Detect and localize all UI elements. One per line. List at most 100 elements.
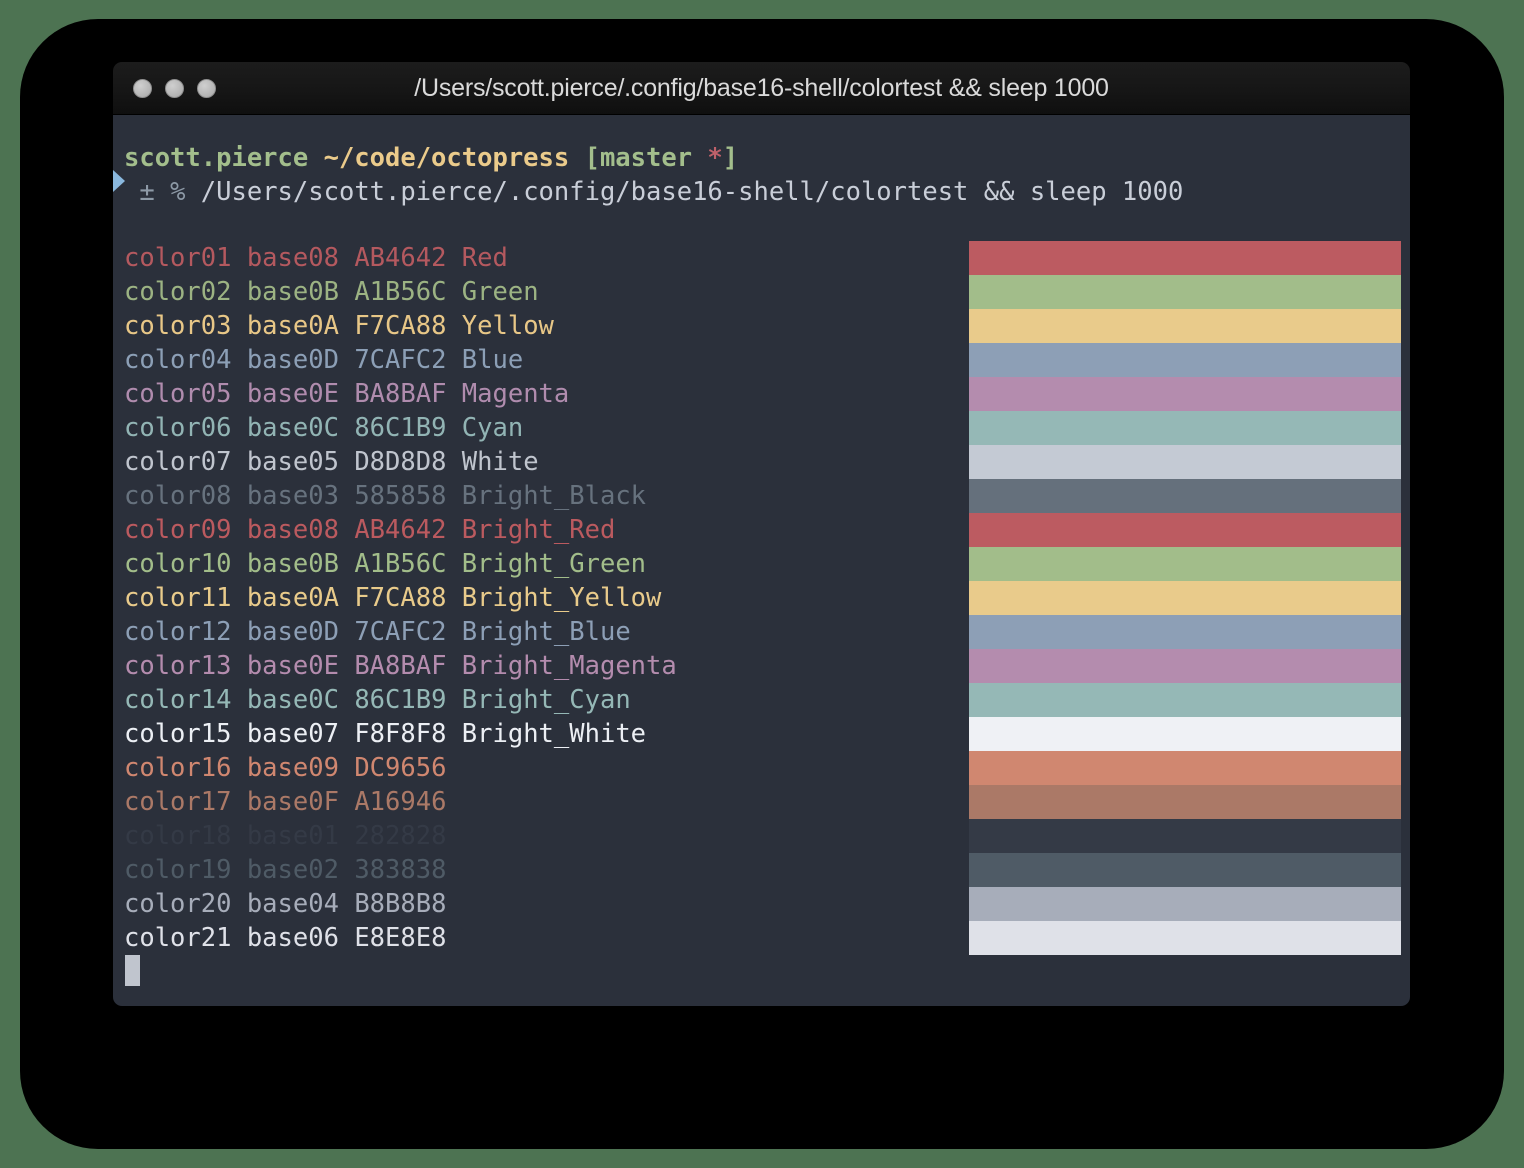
color-cell-base: base03 bbox=[246, 481, 339, 511]
maximize-button[interactable] bbox=[197, 78, 216, 98]
prompt-git-branch-close: ] bbox=[722, 143, 739, 173]
color-cell-hex: F7CA88 bbox=[354, 311, 447, 341]
color-cell-label: Magenta bbox=[461, 379, 570, 409]
color-swatch bbox=[969, 513, 1401, 547]
color-cell-base: base0D bbox=[246, 345, 339, 375]
color-swatch bbox=[969, 581, 1401, 615]
colortest-row: color08 base03 585858 Bright_Black bbox=[124, 479, 677, 513]
color-cell-hex: A1B56C bbox=[354, 277, 447, 307]
color-swatch bbox=[969, 547, 1401, 581]
color-cell-name: color03 bbox=[124, 311, 232, 341]
color-cell-hex: AB4642 bbox=[354, 243, 447, 273]
shell-prompt-line: scott.pierce ~/code/octopress [master *] bbox=[124, 141, 738, 175]
prompt-path: ~/code/octopress bbox=[323, 143, 570, 173]
terminal-cursor bbox=[125, 955, 140, 986]
color-swatch bbox=[969, 241, 1401, 275]
color-cell-name: color14 bbox=[124, 685, 232, 715]
color-cell-base: base0D bbox=[246, 617, 339, 647]
command-input-line[interactable]: ± % /Users/scott.pierce/.config/base16-s… bbox=[124, 175, 1183, 209]
color-swatch bbox=[969, 479, 1401, 513]
colortest-row: color03 base0A F7CA88 Yellow bbox=[124, 309, 677, 343]
prompt-character: % bbox=[170, 177, 186, 207]
color-cell-name: color19 bbox=[124, 855, 232, 885]
color-cell-base: base0F bbox=[246, 787, 339, 817]
color-swatch bbox=[969, 649, 1401, 683]
prompt-git-dirty-icon: * bbox=[707, 143, 723, 173]
colortest-row: color10 base0B A1B56C Bright_Green bbox=[124, 547, 677, 581]
color-cell-name: color01 bbox=[124, 243, 232, 273]
colortest-swatch-stack bbox=[969, 241, 1401, 955]
color-cell-label: Bright_Green bbox=[461, 549, 647, 579]
color-cell-base: base04 bbox=[246, 889, 339, 919]
color-cell-hex: DC9656 bbox=[354, 753, 447, 783]
colortest-row: color18 base01 282828 bbox=[124, 819, 677, 853]
color-cell-hex: BA8BAF bbox=[354, 651, 447, 681]
color-cell-label: Bright_Yellow bbox=[461, 583, 662, 613]
colortest-row: color16 base09 DC9656 bbox=[124, 751, 677, 785]
color-swatch bbox=[969, 445, 1401, 479]
color-cell-hex: 383838 bbox=[354, 855, 447, 885]
color-cell-label: Green bbox=[461, 277, 539, 307]
color-cell-base: base0B bbox=[246, 549, 339, 579]
color-cell-name: color07 bbox=[124, 447, 232, 477]
colortest-row: color20 base04 B8B8B8 bbox=[124, 887, 677, 921]
color-cell-name: color17 bbox=[124, 787, 232, 817]
color-cell-name: color13 bbox=[124, 651, 232, 681]
color-cell-name: color12 bbox=[124, 617, 232, 647]
color-cell-label: Bright_Red bbox=[461, 515, 616, 545]
vcs-status-icon: ± bbox=[139, 177, 155, 207]
colortest-row: color14 base0C 86C1B9 Bright_Cyan bbox=[124, 683, 677, 717]
colortest-row: color15 base07 F8F8F8 Bright_White bbox=[124, 717, 677, 751]
color-swatch bbox=[969, 921, 1401, 955]
color-cell-label: Bright_Magenta bbox=[461, 651, 677, 681]
close-button[interactable] bbox=[133, 78, 152, 98]
color-cell-name: color16 bbox=[124, 753, 232, 783]
color-cell-base: base08 bbox=[246, 243, 339, 273]
color-cell-name: color21 bbox=[124, 923, 232, 953]
color-swatch bbox=[969, 887, 1401, 921]
prompt-git-branch: [master bbox=[584, 143, 693, 173]
color-cell-hex: AB4642 bbox=[354, 515, 447, 545]
terminal-window: /Users/scott.pierce/.config/base16-shell… bbox=[113, 62, 1410, 1006]
color-cell-hex: A1B56C bbox=[354, 549, 447, 579]
colortest-row: color05 base0E BA8BAF Magenta bbox=[124, 377, 677, 411]
color-cell-base: base0B bbox=[246, 277, 339, 307]
color-cell-name: color10 bbox=[124, 549, 232, 579]
color-cell-name: color08 bbox=[124, 481, 232, 511]
color-cell-base: base05 bbox=[246, 447, 339, 477]
colortest-row: color19 base02 383838 bbox=[124, 853, 677, 887]
color-cell-hex: 585858 bbox=[354, 481, 447, 511]
color-cell-label: Cyan bbox=[461, 413, 524, 443]
color-cell-base: base0C bbox=[246, 413, 339, 443]
window-titlebar[interactable]: /Users/scott.pierce/.config/base16-shell… bbox=[113, 62, 1410, 115]
color-swatch bbox=[969, 717, 1401, 751]
color-cell-name: color09 bbox=[124, 515, 232, 545]
prompt-username: scott.pierce bbox=[124, 143, 309, 173]
color-cell-name: color18 bbox=[124, 821, 232, 851]
colortest-row: color01 base08 AB4642 Red bbox=[124, 241, 677, 275]
color-cell-label: Bright_White bbox=[461, 719, 647, 749]
colortest-row: color21 base06 E8E8E8 bbox=[124, 921, 677, 955]
color-swatch bbox=[969, 377, 1401, 411]
colortest-row: color12 base0D 7CAFC2 Bright_Blue bbox=[124, 615, 677, 649]
color-swatch bbox=[969, 309, 1401, 343]
color-cell-base: base06 bbox=[246, 923, 339, 953]
color-cell-base: base0C bbox=[246, 685, 339, 715]
color-cell-name: color02 bbox=[124, 277, 232, 307]
color-cell-hex: E8E8E8 bbox=[354, 923, 447, 953]
window-title: /Users/scott.pierce/.config/base16-shell… bbox=[414, 73, 1109, 102]
color-cell-base: base0A bbox=[246, 583, 339, 613]
minimize-button[interactable] bbox=[165, 78, 184, 98]
terminal-output-area[interactable]: scott.pierce ~/code/octopress [master *]… bbox=[113, 115, 1410, 1006]
colortest-row: color17 base0F A16946 bbox=[124, 785, 677, 819]
color-swatch bbox=[969, 275, 1401, 309]
color-cell-hex: 7CAFC2 bbox=[354, 617, 447, 647]
color-cell-base: base01 bbox=[246, 821, 339, 851]
color-swatch bbox=[969, 751, 1401, 785]
colortest-row: color13 base0E BA8BAF Bright_Magenta bbox=[124, 649, 677, 683]
color-cell-hex: A16946 bbox=[354, 787, 447, 817]
color-cell-label: Bright_Blue bbox=[461, 617, 631, 647]
color-swatch bbox=[969, 785, 1401, 819]
color-cell-hex: 7CAFC2 bbox=[354, 345, 447, 375]
color-cell-base: base07 bbox=[246, 719, 339, 749]
